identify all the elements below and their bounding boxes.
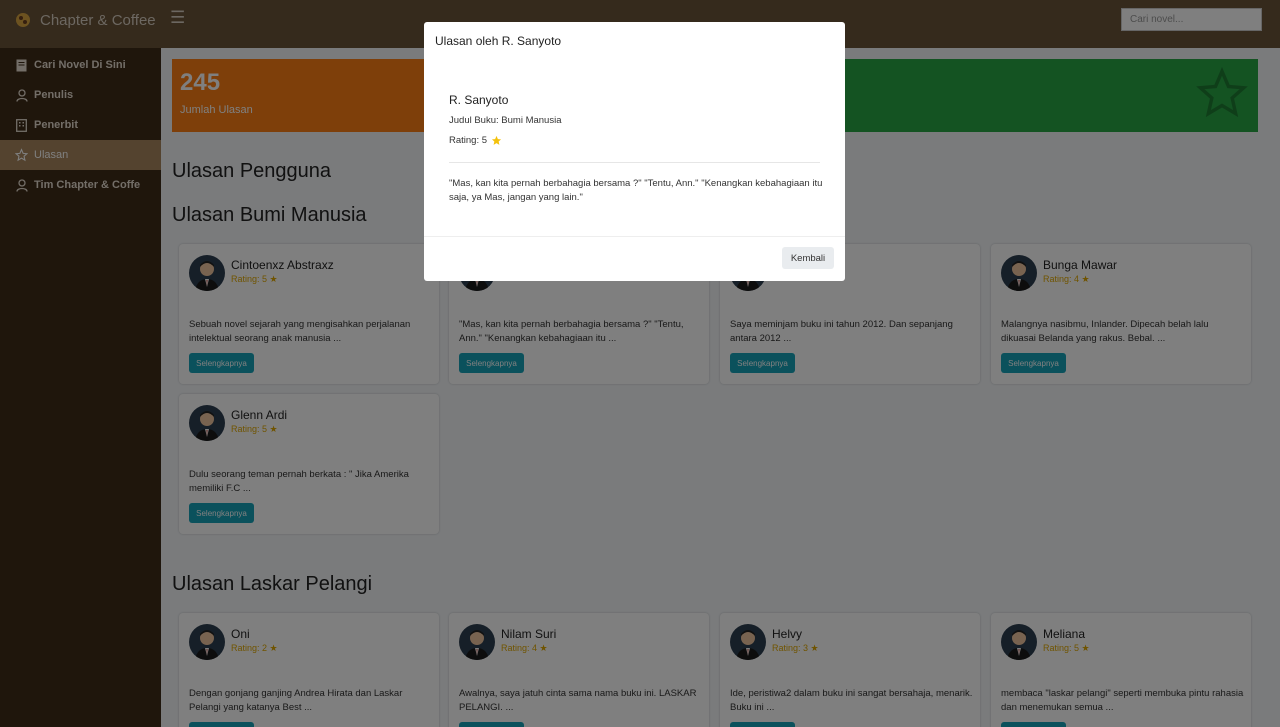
divider [424,236,845,237]
book-title: Judul Buku: Bumi Manusia [449,115,562,126]
divider [449,162,820,163]
modal-title: Ulasan oleh R. Sanyoto [435,34,562,48]
review-modal: Ulasan oleh R. Sanyoto R. Sanyoto Judul … [424,22,845,281]
back-button[interactable]: Kembali [782,247,834,269]
rating-text: Rating: 5 [449,135,502,146]
star-icon [491,135,502,145]
reviewer-name: R. Sanyoto [449,93,509,107]
review-text: "Mas, kan kita pernah berbahagia bersama… [449,178,823,203]
